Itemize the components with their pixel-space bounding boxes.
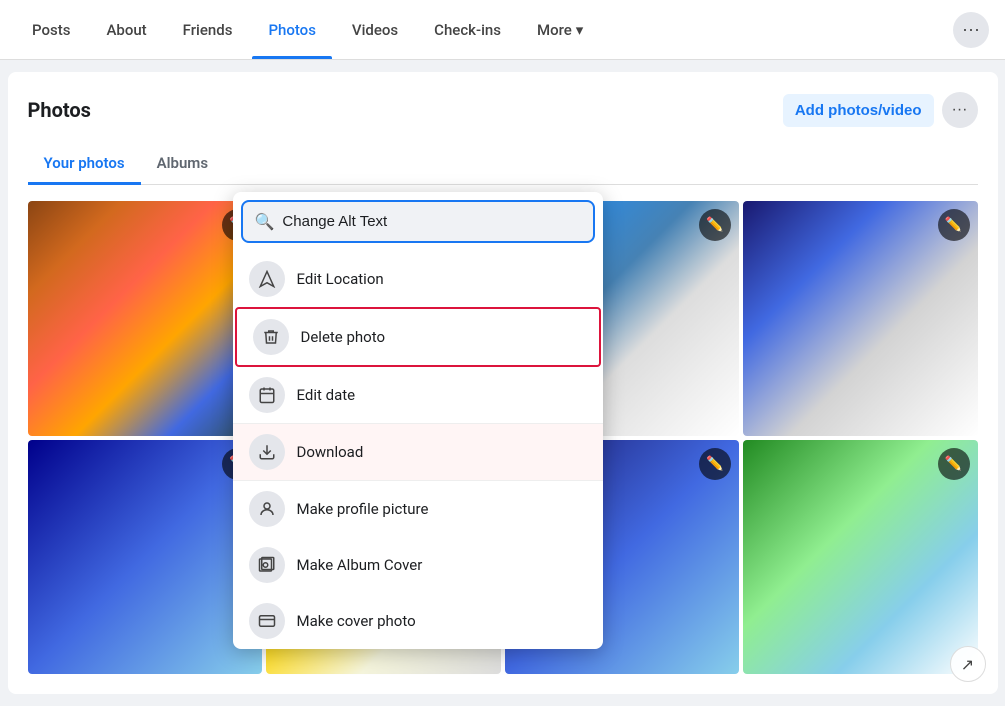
trash-icon: [253, 319, 289, 355]
photo-item[interactable]: ✏️: [28, 201, 263, 436]
make-profile-picture-item[interactable]: Make profile picture: [233, 481, 603, 537]
make-album-cover-item[interactable]: Make Album Cover: [233, 537, 603, 593]
calendar-icon: [249, 377, 285, 413]
section-header: Photos Add photos/video ···: [28, 92, 978, 128]
tab-albums[interactable]: Albums: [141, 144, 224, 185]
chevron-down-icon: ▾: [576, 21, 584, 39]
ellipsis-icon: ···: [962, 19, 980, 40]
section-title: Photos: [28, 98, 91, 122]
make-cover-photo-item[interactable]: Make cover photo: [233, 593, 603, 649]
photo-tabs: Your photos Albums: [28, 144, 978, 185]
photo-item[interactable]: ✏️: [28, 440, 263, 675]
change-alt-text-item[interactable]: 🔍: [241, 200, 595, 243]
search-icon: 🔍: [255, 212, 275, 231]
edit-location-item[interactable]: Edit Location: [233, 251, 603, 307]
download-icon: [249, 434, 285, 470]
tab-your-photos[interactable]: Your photos: [28, 144, 141, 185]
edit-date-item[interactable]: Edit date: [233, 367, 603, 423]
nav-item-videos[interactable]: Videos: [336, 13, 414, 47]
section-more-button[interactable]: ···: [942, 92, 978, 128]
edit-photo-icon[interactable]: ✏️: [699, 448, 731, 480]
photo-item[interactable]: ✏️: [743, 440, 978, 675]
download-item[interactable]: Download: [233, 423, 603, 481]
delete-photo-item[interactable]: Delete photo: [235, 307, 601, 367]
add-photos-button[interactable]: Add photos/video: [783, 94, 934, 127]
nav-item-friends[interactable]: Friends: [167, 13, 249, 47]
photos-section: Photos Add photos/video ··· Your photos …: [8, 72, 998, 694]
alt-text-input[interactable]: [282, 213, 580, 230]
photo-item[interactable]: ✏️: [743, 201, 978, 436]
ellipsis-icon: ···: [952, 101, 968, 119]
location-icon: [249, 261, 285, 297]
nav-item-posts[interactable]: Posts: [16, 13, 86, 47]
cover-icon: [249, 603, 285, 639]
album-icon: [249, 547, 285, 583]
nav-item-about[interactable]: About: [90, 13, 162, 47]
top-navigation: Posts About Friends Photos Videos Check-…: [0, 0, 1005, 60]
nav-item-checkins[interactable]: Check-ins: [418, 13, 517, 47]
nav-item-photos[interactable]: Photos: [252, 13, 331, 47]
edit-photo-icon[interactable]: ✏️: [938, 448, 970, 480]
profile-icon: [249, 491, 285, 527]
photo-options-dropdown: 🔍 Edit Location Delete photo: [233, 192, 603, 649]
nav-item-more[interactable]: More ▾: [521, 13, 599, 47]
nav-more-options-button[interactable]: ···: [953, 12, 989, 48]
external-link-icon[interactable]: ↗: [950, 646, 986, 682]
edit-photo-icon[interactable]: ✏️: [699, 209, 731, 241]
edit-photo-icon[interactable]: ✏️: [938, 209, 970, 241]
header-actions: Add photos/video ···: [783, 92, 978, 128]
